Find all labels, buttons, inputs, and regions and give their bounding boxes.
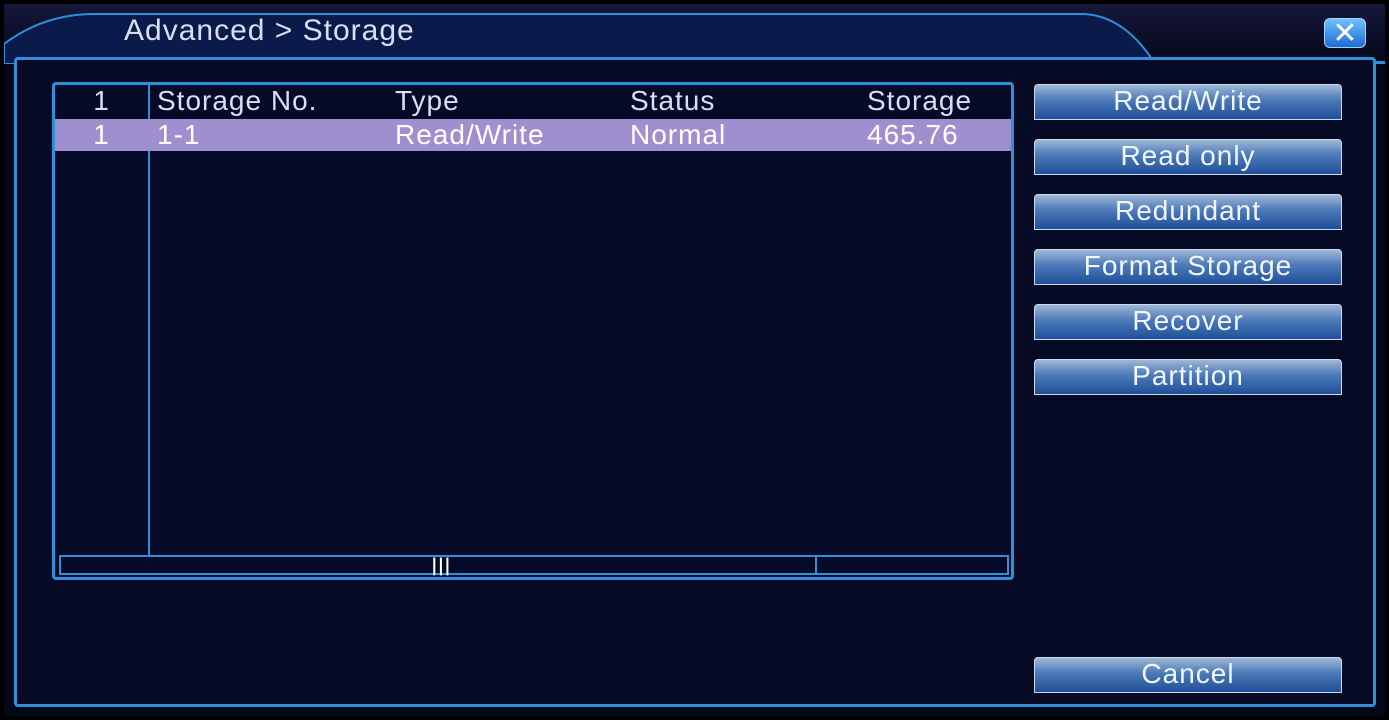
partition-button[interactable]: Partition bbox=[1034, 359, 1342, 395]
close-icon: ✕ bbox=[1332, 16, 1358, 51]
storage-table: 1 Storage No. Type Status Storage 1 1-1 … bbox=[52, 82, 1014, 580]
redundant-button[interactable]: Redundant bbox=[1034, 194, 1342, 230]
format-storage-button[interactable]: Format Storage bbox=[1034, 249, 1342, 285]
header-storage-no: Storage No. bbox=[157, 85, 318, 116]
row-index: 1 bbox=[93, 119, 110, 150]
cancel-button[interactable]: Cancel bbox=[1034, 657, 1342, 693]
row-storage: 465.76 bbox=[867, 119, 959, 150]
scrollbar-thumb[interactable]: ||| bbox=[61, 555, 817, 576]
table-row[interactable]: 1 1-1 Read/Write Normal 465.76 bbox=[55, 119, 1011, 151]
horizontal-scrollbar[interactable]: ||| bbox=[59, 555, 1009, 575]
row-status: Normal bbox=[630, 119, 727, 150]
header-status: Status bbox=[630, 85, 716, 116]
column-divider bbox=[148, 85, 150, 555]
window-title: Advanced > Storage bbox=[124, 14, 415, 47]
row-type: Read/Write bbox=[395, 119, 545, 150]
header-type: Type bbox=[395, 85, 460, 116]
header-storage: Storage bbox=[867, 85, 973, 116]
table-header: 1 Storage No. Type Status Storage bbox=[55, 85, 1011, 119]
recover-button[interactable]: Recover bbox=[1034, 304, 1342, 340]
close-button[interactable]: ✕ bbox=[1324, 16, 1366, 51]
header-index: 1 bbox=[93, 85, 110, 116]
grip-icon: ||| bbox=[431, 555, 451, 576]
read-write-button[interactable]: Read/Write bbox=[1034, 84, 1342, 120]
read-only-button[interactable]: Read only bbox=[1034, 139, 1342, 175]
row-storage-no: 1-1 bbox=[157, 119, 201, 150]
